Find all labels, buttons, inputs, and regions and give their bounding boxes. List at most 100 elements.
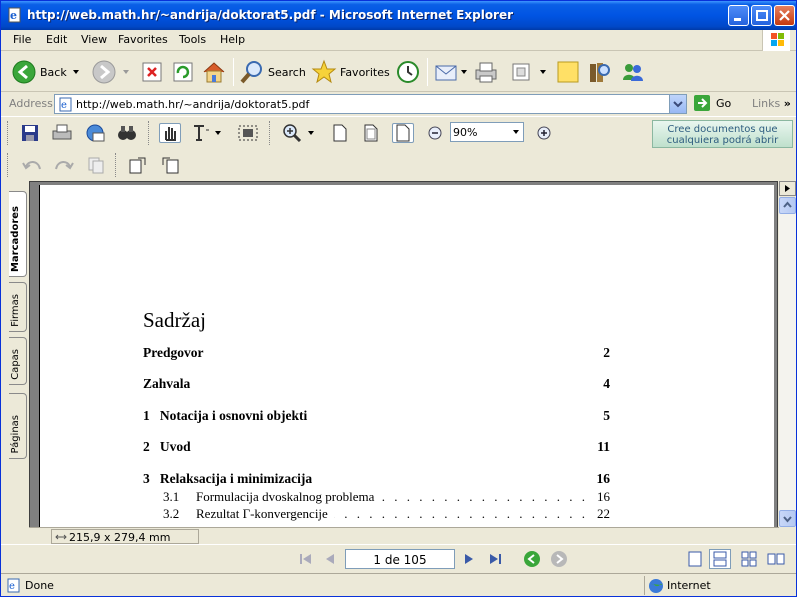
continuous-facing-view-button[interactable] — [767, 550, 785, 568]
tab-signatures[interactable]: Firmas — [9, 282, 27, 332]
history-button[interactable] — [395, 56, 421, 88]
toc-heading: Sadržaj — [143, 308, 206, 332]
continuous-view-button[interactable] — [709, 549, 731, 569]
search-button[interactable]: Search — [239, 56, 306, 88]
find-button[interactable] — [116, 123, 138, 143]
links-button[interactable]: Links » — [752, 97, 791, 110]
next-page-button[interactable] — [460, 550, 478, 568]
toc-entry[interactable]: 1 Notacija i osnovni objekti 5 — [143, 408, 610, 424]
menu-view[interactable]: View — [81, 33, 107, 46]
messenger-button[interactable] — [620, 56, 646, 88]
fit-width-button[interactable] — [392, 123, 414, 143]
navigation-panel-tabs: Marcadores Firmas Capas Páginas — [7, 181, 29, 526]
expand-pane-button[interactable] — [779, 181, 796, 196]
toc-entry[interactable]: Zahvala 4 — [143, 376, 610, 392]
go-back-icon — [524, 551, 540, 567]
minimize-button[interactable] — [728, 5, 749, 26]
toc-subentry[interactable]: . . . . . . . . . . . . . . . . . . . . … — [163, 506, 610, 522]
save-button[interactable] — [19, 123, 41, 143]
note-icon — [557, 61, 579, 83]
stop-button[interactable] — [141, 56, 163, 88]
go-button[interactable]: Go — [693, 94, 731, 112]
research-button[interactable] — [587, 56, 611, 88]
menu-favorites[interactable]: Favorites — [118, 33, 168, 46]
history-icon — [397, 61, 419, 83]
last-page-button[interactable] — [486, 550, 504, 568]
page-status-icon: e — [7, 578, 20, 593]
create-pdf-promo[interactable]: Cree documentos que cualquiera podrá abr… — [652, 120, 793, 148]
hand-tool-button[interactable] — [159, 123, 181, 143]
toc-entry[interactable]: 3 Relaksacija i minimizacija 16 — [143, 471, 610, 487]
discuss-button[interactable] — [556, 56, 580, 88]
select-text-button[interactable] — [191, 123, 213, 143]
menu-file[interactable]: File — [13, 33, 31, 46]
favorites-button[interactable]: Favorites — [311, 56, 390, 88]
continuous-page-icon — [713, 551, 727, 567]
address-dropdown-button[interactable] — [669, 95, 686, 113]
facing-view-button[interactable] — [740, 550, 758, 568]
redo-icon — [55, 161, 74, 170]
svg-text:e: e — [61, 100, 67, 111]
zoom-level-field[interactable]: 90% — [450, 122, 524, 142]
binoculars-icon — [118, 126, 136, 140]
horizontal-scrollbar[interactable]: 215,9 x 279,4 mm — [29, 527, 779, 544]
zoom-out-button[interactable] — [424, 123, 446, 143]
rotate-counterclockwise-button[interactable] — [159, 155, 181, 175]
ie-page-icon: e — [8, 7, 21, 23]
scroll-down-arrow[interactable] — [779, 510, 796, 527]
forward-button[interactable] — [91, 56, 129, 88]
favorites-star-icon — [311, 59, 337, 84]
email-pdf-button[interactable] — [84, 123, 106, 143]
page-number-field[interactable]: 1 de 105 — [345, 549, 455, 569]
print-button[interactable] — [473, 56, 499, 88]
tab-bookmarks[interactable]: Marcadores — [9, 191, 27, 277]
previous-view-button[interactable] — [523, 550, 541, 568]
go-arrow-icon — [694, 95, 710, 111]
toc-entry[interactable]: Predgovor 2 — [143, 345, 610, 361]
zoom-in-button[interactable] — [533, 123, 555, 143]
copy-button[interactable] — [85, 155, 107, 175]
edit-button[interactable] — [510, 56, 546, 88]
next-view-button[interactable] — [550, 550, 568, 568]
print-pdf-button[interactable] — [51, 123, 73, 143]
home-icon — [203, 62, 225, 83]
vertical-scrollbar[interactable] — [779, 197, 796, 527]
mail-button[interactable] — [434, 56, 467, 88]
zoom-in-icon — [283, 124, 302, 142]
address-input[interactable]: e http://web.math.hr/~andrija/doktorat5.… — [54, 94, 687, 114]
email-globe-icon — [86, 124, 105, 142]
close-button[interactable] — [774, 5, 795, 26]
tab-pages[interactable]: Páginas — [9, 393, 27, 459]
undo-button[interactable] — [21, 155, 43, 175]
tab-layers[interactable]: Capas — [9, 337, 27, 385]
first-page-button[interactable] — [297, 550, 315, 568]
menu-edit[interactable]: Edit — [46, 33, 67, 46]
refresh-icon — [173, 62, 193, 82]
snapshot-button[interactable] — [237, 123, 259, 143]
stop-icon — [142, 62, 162, 82]
document-view[interactable]: Sadržaj Predgovor 2 Zahvala 4 1 Notacija… — [29, 181, 778, 530]
menu-help[interactable]: Help — [220, 33, 245, 46]
back-button[interactable]: Back — [11, 56, 79, 88]
refresh-button[interactable] — [172, 56, 194, 88]
scroll-up-arrow[interactable] — [779, 197, 796, 214]
security-zone: Internet — [644, 576, 794, 595]
rotate-clockwise-button[interactable] — [127, 155, 149, 175]
previous-page-button[interactable] — [321, 550, 339, 568]
title-bar: e http://web.math.hr/~andrija/doktorat5.… — [1, 1, 796, 30]
redo-button[interactable] — [53, 155, 75, 175]
menu-bar: File Edit View Favorites Tools Help — [1, 30, 796, 51]
rotate-cw-icon — [129, 157, 146, 174]
ie-window: e http://web.math.hr/~andrija/doktorat5.… — [0, 0, 797, 597]
fit-page-icon — [364, 124, 378, 142]
fit-page-button[interactable] — [360, 123, 382, 143]
single-page-view-button[interactable] — [686, 550, 704, 568]
toc-subentry[interactable]: . . . . . . . . . . . . . . . . . . . . … — [163, 489, 610, 505]
menu-tools[interactable]: Tools — [179, 33, 206, 46]
home-button[interactable] — [201, 56, 227, 88]
maximize-button[interactable] — [751, 5, 772, 26]
messenger-icon — [623, 64, 643, 81]
toc-entry[interactable]: 2 Uvod 11 — [143, 439, 610, 455]
zoom-in-tool-button[interactable] — [281, 123, 303, 143]
actual-size-button[interactable] — [329, 123, 351, 143]
